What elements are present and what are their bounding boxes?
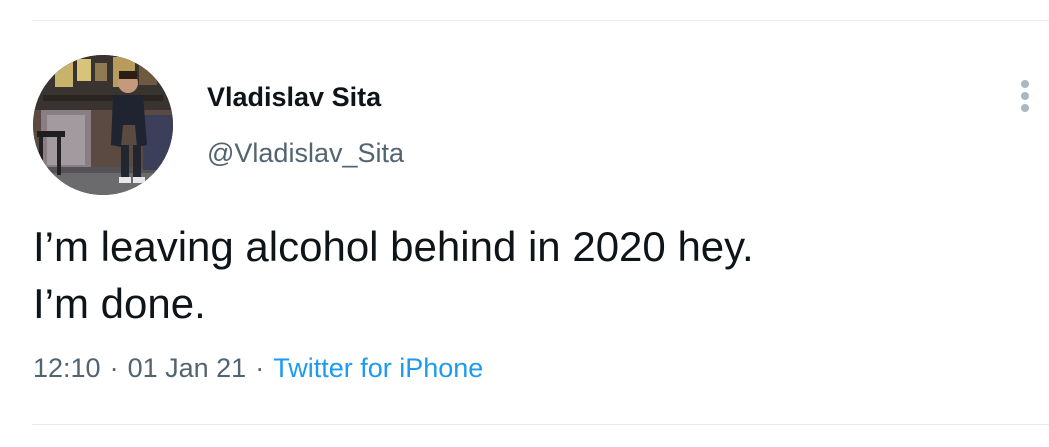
tweet-text-line: I’m done. <box>33 280 206 327</box>
meta-separator: · <box>109 353 119 383</box>
bottom-divider <box>32 424 1049 425</box>
tweet-text: I’m leaving alcohol behind in 2020 hey. … <box>33 218 1023 332</box>
tweet-time[interactable]: 12:10 <box>33 353 101 383</box>
author-name[interactable]: Vladislav Sita <box>207 82 381 113</box>
profile-photo-icon <box>33 55 173 195</box>
more-options-button[interactable] <box>1013 78 1037 114</box>
author-handle[interactable]: @Vladislav_Sita <box>207 138 404 169</box>
tweet-meta: 12:10 · 01 Jan 21 · Twitter for iPhone <box>33 353 483 384</box>
tweet-date[interactable]: 01 Jan 21 <box>128 353 247 383</box>
tweet-text-line: I’m leaving alcohol behind in 2020 hey. <box>33 223 754 270</box>
meta-separator: · <box>255 353 265 383</box>
top-divider <box>32 20 1049 21</box>
tweet-source-link[interactable]: Twitter for iPhone <box>273 353 483 383</box>
avatar[interactable] <box>33 55 173 195</box>
